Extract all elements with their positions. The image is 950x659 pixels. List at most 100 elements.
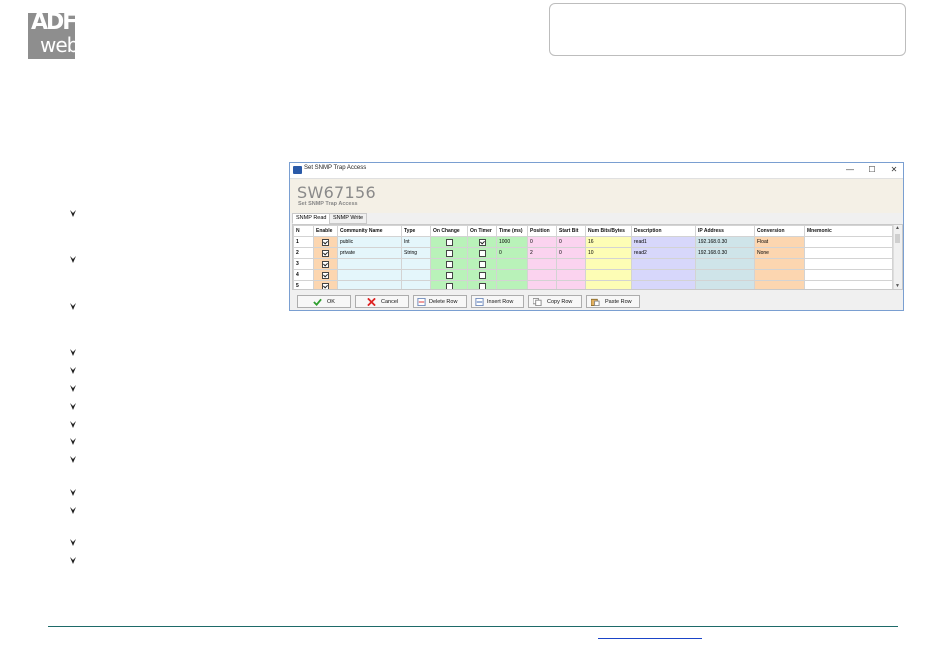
cell-position[interactable]: 2 bbox=[527, 247, 557, 259]
column-header-type[interactable]: Type bbox=[401, 225, 431, 237]
cell-ip[interactable] bbox=[695, 258, 755, 270]
tab-snmp-read[interactable]: SNMP Read bbox=[292, 213, 331, 224]
column-header-onchange[interactable]: On Change bbox=[430, 225, 468, 237]
cell-conversion[interactable]: Float bbox=[754, 236, 805, 248]
cell-description[interactable] bbox=[631, 269, 696, 281]
cell-community[interactable]: public bbox=[337, 236, 402, 248]
cell-ontimer[interactable] bbox=[467, 269, 497, 281]
cell-enable[interactable] bbox=[313, 269, 338, 281]
cell-ontimer[interactable] bbox=[467, 236, 497, 248]
column-header-mnemonic[interactable]: Mnemonic bbox=[804, 225, 893, 237]
maximize-icon[interactable]: ☐ bbox=[862, 164, 882, 176]
cell-onchange[interactable] bbox=[430, 258, 468, 270]
cell-numbits[interactable] bbox=[585, 258, 632, 270]
cell-ip[interactable] bbox=[695, 280, 755, 289]
cell-type[interactable] bbox=[401, 258, 431, 270]
cell-description[interactable]: read2 bbox=[631, 247, 696, 259]
cell-conversion[interactable] bbox=[754, 258, 805, 270]
cell-community[interactable]: private bbox=[337, 247, 402, 259]
column-header-numbits[interactable]: Num Bits/Bytes bbox=[585, 225, 632, 237]
cell-type[interactable]: Int bbox=[401, 236, 431, 248]
column-header-n[interactable]: N bbox=[293, 225, 314, 237]
column-header-conversion[interactable]: Conversion bbox=[754, 225, 805, 237]
checkbox[interactable] bbox=[478, 238, 486, 246]
checkbox[interactable] bbox=[445, 249, 453, 257]
insert-row-button[interactable]: Insert Row bbox=[471, 295, 524, 308]
cell-time[interactable] bbox=[496, 269, 528, 281]
checkbox[interactable] bbox=[322, 260, 329, 268]
scroll-up-icon[interactable]: ▲ bbox=[895, 225, 900, 231]
cell-startbit[interactable] bbox=[556, 269, 586, 281]
cell-type[interactable] bbox=[401, 280, 431, 289]
vertical-scrollbar[interactable]: ▲ ▼ bbox=[893, 225, 902, 289]
cell-ip[interactable]: 192.168.0.30 bbox=[695, 236, 755, 248]
ok-button[interactable]: OK bbox=[297, 295, 351, 308]
cell-mnemonic[interactable] bbox=[804, 247, 893, 259]
cell-numbits[interactable] bbox=[585, 269, 632, 281]
column-header-description[interactable]: Description bbox=[631, 225, 696, 237]
cell-time[interactable]: 1000 bbox=[496, 236, 528, 248]
cell-numbits[interactable]: 10 bbox=[585, 247, 632, 259]
cell-onchange[interactable] bbox=[430, 236, 468, 248]
scroll-thumb[interactable] bbox=[895, 234, 900, 243]
column-header-ip[interactable]: IP Address bbox=[695, 225, 755, 237]
cell-community[interactable] bbox=[337, 269, 402, 281]
column-header-time[interactable]: Time (ms) bbox=[496, 225, 528, 237]
cell-community[interactable] bbox=[337, 258, 402, 270]
cell-enable[interactable] bbox=[313, 236, 338, 248]
checkbox[interactable] bbox=[322, 249, 329, 257]
cell-description[interactable]: read1 bbox=[631, 236, 696, 248]
cell-position[interactable] bbox=[527, 258, 557, 270]
cell-ip[interactable] bbox=[695, 269, 755, 281]
table-row[interactable]: 4 bbox=[293, 269, 893, 281]
close-icon[interactable]: ✕ bbox=[884, 164, 904, 176]
cell-conversion[interactable]: None bbox=[754, 247, 805, 259]
checkbox[interactable] bbox=[478, 260, 486, 268]
cell-onchange[interactable] bbox=[430, 269, 468, 281]
cancel-button[interactable]: Cancel bbox=[355, 295, 409, 308]
cell-ontimer[interactable] bbox=[467, 258, 497, 270]
cell-numbits[interactable] bbox=[585, 280, 632, 289]
cell-description[interactable] bbox=[631, 258, 696, 270]
cell-startbit[interactable]: 0 bbox=[556, 247, 586, 259]
column-header-community[interactable]: Community Name bbox=[337, 225, 402, 237]
cell-startbit[interactable] bbox=[556, 280, 586, 289]
checkbox[interactable] bbox=[478, 282, 486, 289]
cell-conversion[interactable] bbox=[754, 269, 805, 281]
tab-snmp-write[interactable]: SNMP Write bbox=[329, 213, 368, 224]
paste-row-button[interactable]: Paste Row bbox=[586, 295, 640, 308]
checkbox[interactable] bbox=[322, 271, 329, 279]
table-row[interactable]: 3 bbox=[293, 258, 893, 270]
cell-type[interactable] bbox=[401, 269, 431, 281]
cell-numbits[interactable]: 16 bbox=[585, 236, 632, 248]
column-header-startbit[interactable]: Start Bit bbox=[556, 225, 586, 237]
checkbox[interactable] bbox=[445, 238, 453, 246]
cell-enable[interactable] bbox=[313, 258, 338, 270]
checkbox[interactable] bbox=[322, 238, 329, 246]
checkbox[interactable] bbox=[478, 249, 486, 257]
cell-enable[interactable] bbox=[313, 247, 338, 259]
checkbox[interactable] bbox=[445, 282, 453, 289]
column-header-ontimer[interactable]: On Timer bbox=[467, 225, 497, 237]
cell-ontimer[interactable] bbox=[467, 280, 497, 289]
cell-time[interactable] bbox=[496, 258, 528, 270]
minimize-icon[interactable]: — bbox=[840, 164, 860, 176]
checkbox[interactable] bbox=[322, 282, 329, 289]
cell-onchange[interactable] bbox=[430, 280, 468, 289]
cell-conversion[interactable] bbox=[754, 280, 805, 289]
table-row[interactable]: 2 private String 0 2 0 10 read2 192.168.0.30 None bbox=[293, 247, 893, 259]
cell-mnemonic[interactable] bbox=[804, 269, 893, 281]
table-row[interactable]: 5 bbox=[293, 280, 893, 289]
footer-link-underline[interactable] bbox=[598, 638, 702, 639]
copy-row-button[interactable]: Copy Row bbox=[528, 295, 582, 308]
cell-community[interactable] bbox=[337, 280, 402, 289]
table-row[interactable]: 1 public Int 1000 0 0 16 read1 192.168.0.30 Float bbox=[293, 236, 893, 248]
cell-ontimer[interactable] bbox=[467, 247, 497, 259]
checkbox[interactable] bbox=[445, 260, 453, 268]
cell-type[interactable]: String bbox=[401, 247, 431, 259]
cell-onchange[interactable] bbox=[430, 247, 468, 259]
cell-time[interactable] bbox=[496, 280, 528, 289]
cell-mnemonic[interactable] bbox=[804, 258, 893, 270]
checkbox[interactable] bbox=[445, 271, 453, 279]
column-header-enable[interactable]: Enable bbox=[313, 225, 338, 237]
